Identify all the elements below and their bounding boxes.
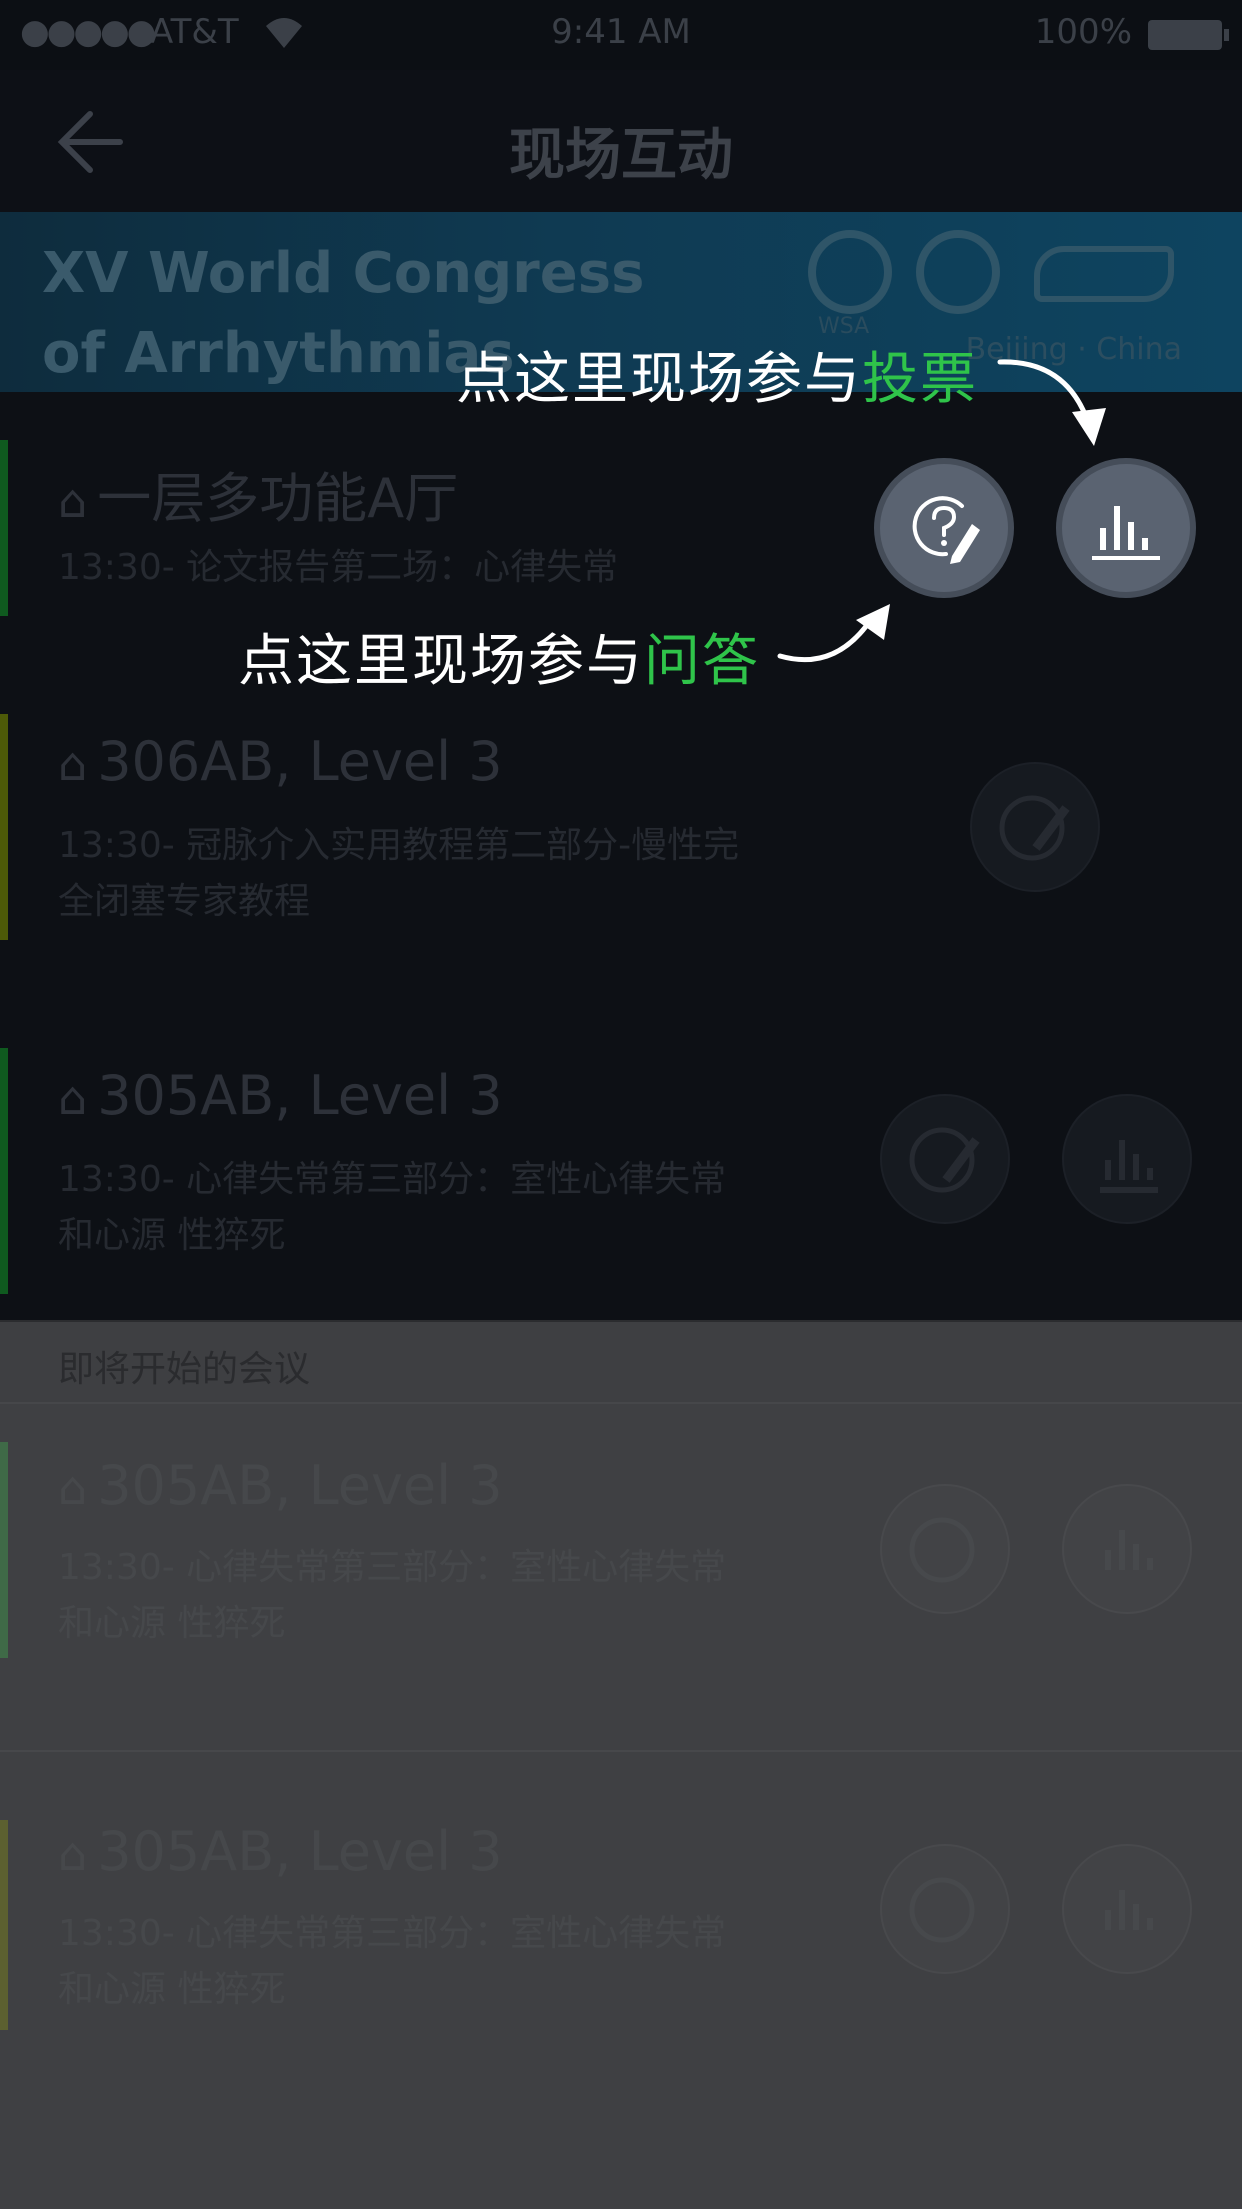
- question-pencil-icon: [912, 496, 980, 564]
- home-icon: ⌂: [58, 737, 88, 791]
- session-room-label: 305AB, Level 3: [97, 1064, 503, 1127]
- home-icon: ⌂: [58, 1827, 88, 1881]
- globe-logo-icon: [916, 230, 1000, 314]
- bar-chart-icon: [1100, 1140, 1158, 1193]
- vote-hint-text: 点这里现场参与: [456, 347, 862, 412]
- live-vote-button[interactable]: [1056, 458, 1196, 598]
- battery-icon: [1148, 20, 1229, 50]
- bar-chart-icon: [1105, 1890, 1153, 1930]
- session-desc: 13:30- 冠脉介入实用教程第二部分-慢性完全闭塞专家教程: [58, 825, 740, 922]
- session-row[interactable]: ⌂ 306AB, Level 3 13:30- 冠脉介入实用教程第二部分-慢性完全…: [0, 650, 1242, 1022]
- question-pencil-icon: [909, 1517, 975, 1583]
- session-row[interactable]: ⌂ 305AB, Level 3 13:30- 心律失常第三部分：室性心律失常和心…: [0, 1402, 1242, 1706]
- qa-hint: 点这里现场参与问答: [238, 616, 760, 697]
- vote-button[interactable]: [1062, 1844, 1192, 1974]
- session-room: ⌂ 305AB, Level 3: [58, 1064, 503, 1127]
- live-qa-button[interactable]: [874, 458, 1014, 598]
- question-pencil-icon: [999, 795, 1070, 861]
- session-row[interactable]: ⌂ 305AB, Level 3 13:30- 心律失常第三部分：室性心律失常和心…: [0, 1022, 1242, 1320]
- battery-percent: 100%: [1034, 12, 1132, 52]
- qa-button[interactable]: [880, 1094, 1010, 1224]
- session-room: ⌂ 305AB, Level 3: [58, 1820, 503, 1883]
- qa-hint-highlight: 问答: [644, 629, 760, 694]
- qa-arrow-icon: [777, 604, 890, 663]
- qa-button[interactable]: [880, 1484, 1010, 1614]
- session-desc: 13:30- 心律失常第三部分：室性心律失常和心源 性猝死: [58, 1547, 727, 1644]
- vote-hint: 点这里现场参与投票: [456, 334, 978, 415]
- home-icon: ⌂: [58, 1071, 88, 1125]
- page-title: 现场互动: [509, 123, 733, 188]
- session-room-label: 一层多功能A厅: [97, 467, 459, 530]
- vote-button[interactable]: [1062, 1484, 1192, 1614]
- session-room: ⌂ 一层多功能A厅: [58, 454, 458, 533]
- session-desc: 13:30- 心律失常第三部分：室性心律失常和心源 性猝死: [58, 1159, 727, 1256]
- vote-hint-highlight: 投票: [862, 347, 978, 412]
- qa-button[interactable]: [970, 762, 1100, 892]
- session-status-bar: [0, 714, 8, 940]
- session-room-label: 306AB, Level 3: [97, 730, 503, 793]
- upcoming-header-label: 即将开始的会议: [58, 1349, 311, 1390]
- nav-bar: 现场互动: [0, 70, 1242, 212]
- bar-chart-icon: [1105, 1530, 1153, 1570]
- upcoming-section: 即将开始的会议 ⌂ 305AB, Level 3 13:30- 心律失常第三部分：…: [0, 1320, 1242, 2209]
- session-desc: 13:30- 心律失常第三部分：室性心律失常和心源 性猝死: [58, 1913, 727, 2010]
- cardio-logo-icon: [1034, 246, 1174, 302]
- status-bar: ●●●●● AT&T 9:41 AM 100%: [0, 0, 1242, 70]
- bar-chart-icon: [1092, 506, 1160, 560]
- qa-hint-text: 点这里现场参与: [238, 629, 644, 694]
- heart-logo-icon: [808, 230, 892, 314]
- session-status-bar: [0, 440, 8, 616]
- session-row[interactable]: ⌂ 305AB, Level 3 13:30- 心律失常第三部分：室性心律失常和心…: [0, 1764, 1242, 2064]
- session-status-bar: [0, 1442, 8, 1658]
- session-room: ⌂ 306AB, Level 3: [58, 730, 503, 793]
- upcoming-header: 即将开始的会议: [0, 1320, 1242, 1404]
- session-status-bar: [0, 1820, 8, 2030]
- qa-button[interactable]: [880, 1844, 1010, 1974]
- home-icon: ⌂: [58, 474, 88, 528]
- vote-arrow-icon: [997, 359, 1106, 446]
- row-divider: [0, 1750, 1242, 1752]
- vote-button[interactable]: [1062, 1094, 1192, 1224]
- session-room: ⌂ 305AB, Level 3: [58, 1454, 503, 1517]
- session-room-label: 305AB, Level 3: [97, 1820, 503, 1883]
- home-icon: ⌂: [58, 1461, 88, 1515]
- question-pencil-icon: [909, 1127, 980, 1193]
- question-pencil-icon: [909, 1877, 975, 1943]
- session-desc: 13:30- 论文报告第二场：心律失常: [58, 547, 619, 588]
- app-screen: ●●●●● AT&T 9:41 AM 100% 现场互动 XV World Co…: [0, 0, 1242, 2209]
- session-room-label: 305AB, Level 3: [97, 1454, 503, 1517]
- session-status-bar: [0, 1048, 8, 1294]
